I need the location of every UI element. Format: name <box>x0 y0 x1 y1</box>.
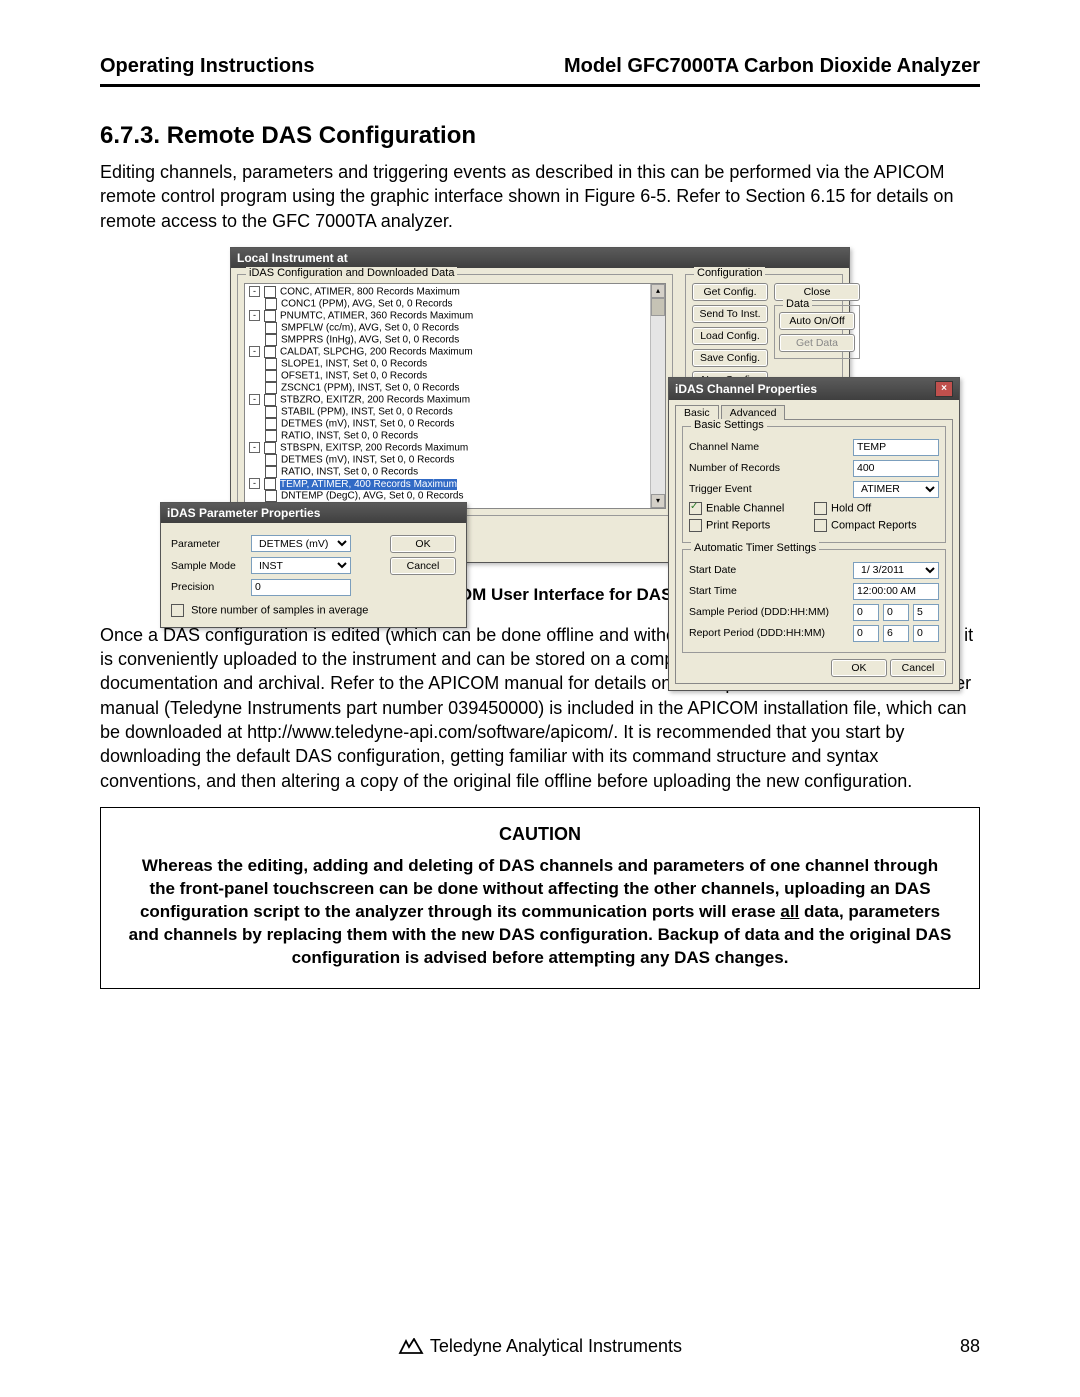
paramprops-cancel-button[interactable]: Cancel <box>390 557 456 575</box>
sp-mm[interactable] <box>913 604 939 621</box>
compact-reports-checkbox[interactable] <box>814 519 827 532</box>
get-config-button[interactable]: Get Config. <box>692 283 768 301</box>
chprops-titlebar: iDAS Channel Properties × <box>669 378 959 400</box>
teledyne-logo-icon <box>398 1338 424 1356</box>
sample-period-label: Sample Period (DDD:HH:MM) <box>689 606 853 618</box>
scroll-down[interactable]: ▾ <box>651 494 665 508</box>
paramprops-ok-button[interactable]: OK <box>390 535 456 553</box>
rp-ddd[interactable] <box>853 625 879 642</box>
sample-mode-select[interactable]: INST <box>251 557 351 574</box>
idas-tree-legend: iDAS Configuration and Downloaded Data <box>246 267 457 279</box>
enable-channel-label: Enable Channel <box>706 502 784 514</box>
trig-select[interactable]: ATIMER <box>853 481 939 498</box>
rp-hh[interactable] <box>883 625 909 642</box>
basic-settings-group: Basic Settings Channel Name Number of Re… <box>682 426 946 543</box>
ats-legend: Automatic Timer Settings <box>691 542 819 554</box>
scroll-thumb[interactable] <box>651 298 665 316</box>
report-period-label: Report Period (DDD:HH:MM) <box>689 627 853 639</box>
chname-input[interactable] <box>853 439 939 456</box>
nrec-input[interactable] <box>853 460 939 477</box>
get-data-button-disabled: Get Data <box>779 334 855 352</box>
holdoff-checkbox[interactable] <box>814 502 827 515</box>
figure-composite: Local Instrument at iDAS Configuration a… <box>230 247 850 563</box>
main-title: Local Instrument at <box>237 251 348 265</box>
idas-tree-group: iDAS Configuration and Downloaded Data ▴… <box>237 274 673 516</box>
sample-mode-label: Sample Mode <box>171 560 251 572</box>
start-date-input[interactable]: 1/ 3/2011 <box>853 562 939 579</box>
caution-box: CAUTION Whereas the editing, adding and … <box>100 807 980 989</box>
section-heading: 6.7.3. Remote DAS Configuration <box>100 122 980 150</box>
paramprops-titlebar: iDAS Parameter Properties <box>161 503 466 523</box>
channel-properties-dialog: iDAS Channel Properties × Basic Advanced… <box>668 377 960 691</box>
basic-settings-legend: Basic Settings <box>691 419 767 431</box>
trig-label: Trigger Event <box>689 483 853 495</box>
nrec-label: Number of Records <box>689 462 853 474</box>
holdoff-label: Hold Off <box>831 502 871 514</box>
start-date-label: Start Date <box>689 564 853 576</box>
auto-onoff-button[interactable]: Auto On/Off <box>779 312 855 330</box>
data-group: Data Auto On/Off Get Data <box>774 305 860 359</box>
footer-company: Teledyne Analytical Instruments <box>430 1336 682 1357</box>
load-config-button[interactable]: Load Config. <box>692 327 768 345</box>
send-to-inst-button[interactable]: Send To Inst. <box>692 305 768 323</box>
compact-reports-label: Compact Reports <box>831 519 917 531</box>
tab-basic[interactable]: Basic <box>675 405 719 420</box>
header-right: Model GFC7000TA Carbon Dioxide Analyzer <box>564 55 980 78</box>
sp-hh[interactable] <box>883 604 909 621</box>
intro-paragraph: Editing channels, parameters and trigger… <box>100 160 980 233</box>
precision-label: Precision <box>171 581 251 593</box>
paramprops-title: iDAS Parameter Properties <box>167 506 320 520</box>
param-label: Parameter <box>171 538 251 550</box>
start-time-input[interactable] <box>853 583 939 600</box>
tab-advanced[interactable]: Advanced <box>721 405 786 420</box>
print-reports-checkbox[interactable] <box>689 519 702 532</box>
tree-scrollbar[interactable]: ▴ ▾ <box>650 284 665 508</box>
chprops-cancel-button[interactable]: Cancel <box>890 659 946 677</box>
start-time-label: Start Time <box>689 585 853 597</box>
chname-label: Channel Name <box>689 441 853 453</box>
ats-group: Automatic Timer Settings Start Date 1/ 3… <box>682 549 946 653</box>
enable-channel-checkbox[interactable] <box>689 502 702 515</box>
print-reports-label: Print Reports <box>706 519 770 531</box>
precision-input[interactable] <box>251 579 351 596</box>
scroll-up[interactable]: ▴ <box>651 284 665 298</box>
param-properties-dialog: iDAS Parameter Properties Parameter DETM… <box>160 502 467 628</box>
caution-body: Whereas the editing, adding and deleting… <box>127 855 953 970</box>
rp-mm[interactable] <box>913 625 939 642</box>
store-samples-label: Store number of samples in average <box>191 604 368 616</box>
param-select[interactable]: DETMES (mV) <box>251 535 351 552</box>
save-config-button[interactable]: Save Config. <box>692 349 768 367</box>
main-titlebar: Local Instrument at <box>231 248 849 268</box>
data-legend: Data <box>783 298 812 310</box>
chprops-title: iDAS Channel Properties <box>675 382 817 396</box>
chprops-ok-button[interactable]: OK <box>831 659 887 677</box>
page-footer: Teledyne Analytical Instruments 88 <box>100 1336 980 1357</box>
close-icon[interactable]: × <box>935 381 953 397</box>
sp-ddd[interactable] <box>853 604 879 621</box>
channel-tree[interactable]: ▴ ▾ -CONC, ATIMER, 800 Records MaximumCO… <box>244 283 666 509</box>
config-legend: Configuration <box>694 267 765 279</box>
store-samples-checkbox[interactable] <box>171 604 184 617</box>
header-left: Operating Instructions <box>100 55 314 78</box>
caution-heading: CAUTION <box>127 824 953 845</box>
